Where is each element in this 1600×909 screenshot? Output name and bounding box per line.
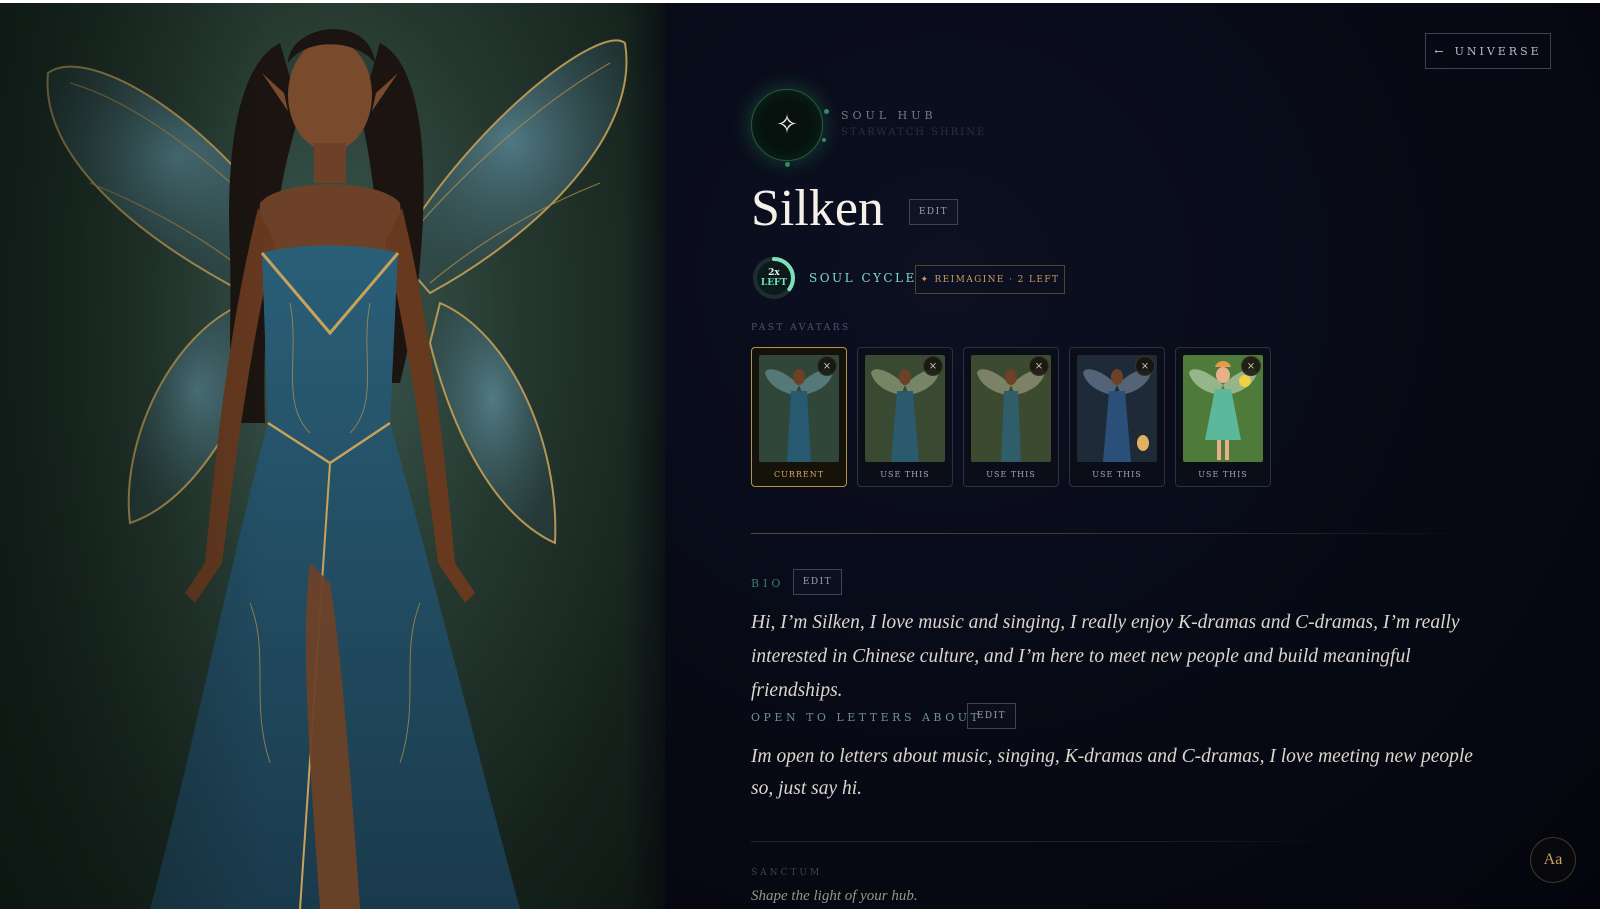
soul-cycle-count: 2x LEFT <box>752 256 796 300</box>
sparkle-star-icon: ✧ <box>776 110 798 140</box>
letters-label: OPEN TO LETTERS ABOUT <box>751 711 982 724</box>
sanctum-label: SANCTUM <box>751 868 823 878</box>
profile-name: Silken <box>751 180 884 237</box>
sparkle-icon: ✦ <box>920 274 930 285</box>
soul-cycle-count-sub: LEFT <box>760 278 788 288</box>
remove-avatar-icon[interactable]: × <box>1029 356 1049 376</box>
avatar-card[interactable]: × USE THIS <box>1175 347 1271 487</box>
edit-letters-button[interactable]: EDIT <box>967 703 1016 729</box>
soul-cycle-label: SOUL CYCLE <box>809 271 917 285</box>
bio-label: BIO <box>751 577 785 590</box>
section-divider <box>751 533 1471 534</box>
fairy-portrait-image <box>0 3 665 909</box>
avatar-card[interactable]: × USE THIS <box>1069 347 1165 487</box>
back-to-universe-button[interactable]: ← UNIVERSE <box>1425 33 1551 69</box>
avatar-card[interactable]: × CURRENT <box>751 347 847 487</box>
remove-avatar-icon[interactable]: × <box>1241 356 1261 376</box>
hub-title: SOUL HUB <box>841 109 937 122</box>
remove-avatar-icon[interactable]: × <box>923 356 943 376</box>
sigil-orbit-dot <box>785 162 790 167</box>
avatar-card[interactable]: × USE THIS <box>857 347 953 487</box>
soul-sigil: ✧ <box>751 89 823 161</box>
arrow-left-icon: ← <box>1434 44 1447 58</box>
avatar-caption: USE THIS <box>1198 470 1248 479</box>
hub-subtitle: STARWATCH SHRINE <box>841 127 987 138</box>
edit-bio-button[interactable]: EDIT <box>793 569 842 595</box>
avatar-caption: USE THIS <box>1092 470 1142 479</box>
hero-portrait <box>0 3 665 909</box>
soul-cycle-count-value: 2x <box>768 268 780 278</box>
avatar-caption: CURRENT <box>773 470 825 479</box>
sanctum-subtitle: Shape the light of your hub. <box>751 888 918 904</box>
sigil-orbit-dot <box>824 109 829 114</box>
profile-panel: ← UNIVERSE ✧ SOUL HUB STARWATCH SHRINE S… <box>665 3 1600 909</box>
hero-fade <box>625 3 665 909</box>
sigil-orbit-dot <box>822 138 826 142</box>
remove-avatar-icon[interactable]: × <box>817 356 837 376</box>
back-button-label: UNIVERSE <box>1454 44 1542 58</box>
remove-avatar-icon[interactable]: × <box>1135 356 1155 376</box>
past-avatars-list: × CURRENT × USE THIS × USE THIS × USE TH… <box>751 347 1271 487</box>
font-settings-button[interactable]: Aa <box>1530 837 1576 883</box>
reimagine-button[interactable]: ✦ REIMAGINE · 2 LEFT <box>915 265 1065 294</box>
reimagine-label: REIMAGINE · 2 LEFT <box>934 274 1060 285</box>
avatar-caption: USE THIS <box>880 470 930 479</box>
letters-text: Im open to letters about music, singing,… <box>751 746 1473 799</box>
avatar-card[interactable]: × USE THIS <box>963 347 1059 487</box>
past-avatars-label: PAST AVATARS <box>751 323 851 333</box>
section-divider <box>751 841 1341 842</box>
edit-name-button[interactable]: EDIT <box>909 199 958 225</box>
bio-text: Hi, I’m Silken, I love music and singing… <box>751 612 1460 701</box>
avatar-caption: USE THIS <box>986 470 1036 479</box>
